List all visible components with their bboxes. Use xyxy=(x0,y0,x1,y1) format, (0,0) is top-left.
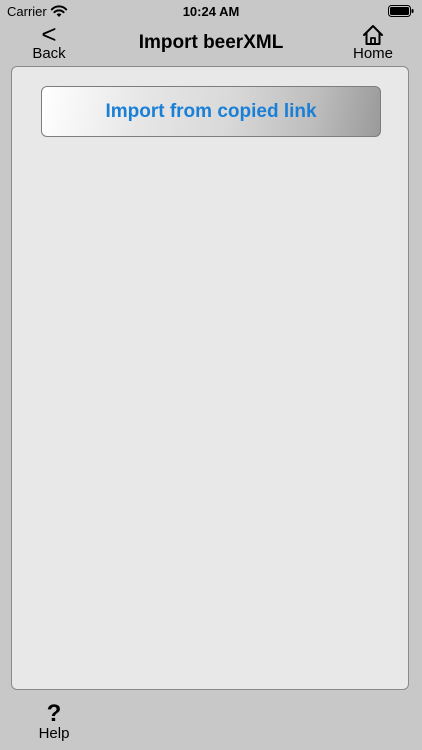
status-bar: Carrier 10:24 AM xyxy=(0,0,422,22)
question-mark-icon: ? xyxy=(46,700,62,727)
help-button[interactable]: ? Help xyxy=(32,702,76,744)
battery-icon xyxy=(388,5,414,17)
home-button[interactable]: Home xyxy=(348,22,398,62)
home-icon xyxy=(363,25,383,45)
import-from-copied-link-button[interactable]: Import from copied link xyxy=(41,86,381,137)
content-panel: Import from copied link xyxy=(11,66,409,690)
clock: 10:24 AM xyxy=(182,4,240,19)
help-label: Help xyxy=(38,725,70,742)
home-label: Home xyxy=(352,45,393,62)
